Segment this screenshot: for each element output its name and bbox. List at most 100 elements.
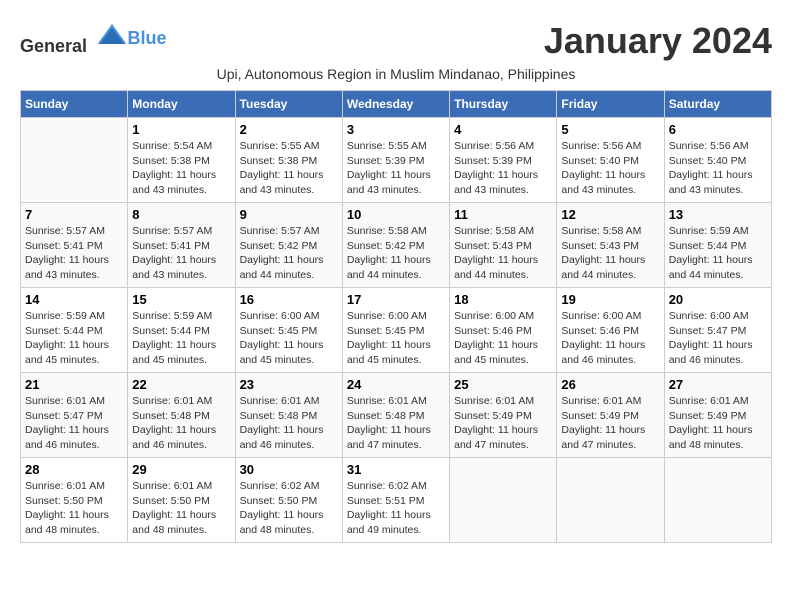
- day-info: Sunrise: 6:01 AM Sunset: 5:49 PM Dayligh…: [454, 394, 552, 453]
- day-info: Sunrise: 6:01 AM Sunset: 5:48 PM Dayligh…: [240, 394, 338, 453]
- logo-blue: Blue: [128, 28, 167, 48]
- calendar-cell: 29 Sunrise: 6:01 AM Sunset: 5:50 PM Dayli…: [128, 458, 235, 543]
- calendar-cell: 23Sunrise: 6:01 AM Sunset: 5:48 PM Dayli…: [235, 373, 342, 458]
- calendar-cell: 22 Sunrise: 6:01 AM Sunset: 5:48 PM Dayli…: [128, 373, 235, 458]
- calendar-cell: 26 Sunrise: 6:01 AM Sunset: 5:49 PM Dayli…: [557, 373, 664, 458]
- day-number: 6: [669, 122, 767, 137]
- day-number: 30: [240, 462, 338, 477]
- calendar-cell: 14Sunrise: 5:59 AM Sunset: 5:44 PM Dayli…: [21, 288, 128, 373]
- calendar-cell: 25 Sunrise: 6:01 AM Sunset: 5:49 PM Dayli…: [450, 373, 557, 458]
- day-number: 12: [561, 207, 659, 222]
- day-number: 10: [347, 207, 445, 222]
- calendar-cell: 11Sunrise: 5:58 AM Sunset: 5:43 PM Dayli…: [450, 203, 557, 288]
- day-number: 8: [132, 207, 230, 222]
- day-info: Sunrise: 6:01 AM Sunset: 5:49 PM Dayligh…: [561, 394, 659, 453]
- day-info: Sunrise: 5:56 AM Sunset: 5:40 PM Dayligh…: [561, 139, 659, 198]
- day-number: 5: [561, 122, 659, 137]
- calendar-cell: 19Sunrise: 6:00 AM Sunset: 5:46 PM Dayli…: [557, 288, 664, 373]
- day-info: Sunrise: 6:01 AM Sunset: 5:50 PM Dayligh…: [25, 479, 123, 538]
- day-info: Sunrise: 5:56 AM Sunset: 5:40 PM Dayligh…: [669, 139, 767, 198]
- day-number: 18: [454, 292, 552, 307]
- day-number: 15: [132, 292, 230, 307]
- calendar-cell: 3Sunrise: 5:55 AM Sunset: 5:39 PM Daylig…: [342, 118, 449, 203]
- day-header-wednesday: Wednesday: [342, 91, 449, 118]
- day-info: Sunrise: 6:00 AM Sunset: 5:45 PM Dayligh…: [240, 309, 338, 368]
- day-number: 13: [669, 207, 767, 222]
- day-info: Sunrise: 5:58 AM Sunset: 5:42 PM Dayligh…: [347, 224, 445, 283]
- days-header-row: SundayMondayTuesdayWednesdayThursdayFrid…: [21, 91, 772, 118]
- day-info: Sunrise: 5:59 AM Sunset: 5:44 PM Dayligh…: [132, 309, 230, 368]
- calendar-cell: 13 Sunrise: 5:59 AM Sunset: 5:44 PM Dayli…: [664, 203, 771, 288]
- day-info: Sunrise: 6:01 AM Sunset: 5:47 PM Dayligh…: [25, 394, 123, 453]
- day-info: Sunrise: 5:57 AM Sunset: 5:42 PM Dayligh…: [240, 224, 338, 283]
- calendar-cell: 28 Sunrise: 6:01 AM Sunset: 5:50 PM Dayli…: [21, 458, 128, 543]
- day-number: 7: [25, 207, 123, 222]
- day-number: 4: [454, 122, 552, 137]
- calendar-cell: 5 Sunrise: 5:56 AM Sunset: 5:40 PM Daylig…: [557, 118, 664, 203]
- calendar-cell: 20Sunrise: 6:00 AM Sunset: 5:47 PM Dayli…: [664, 288, 771, 373]
- day-header-saturday: Saturday: [664, 91, 771, 118]
- calendar-cell: 6 Sunrise: 5:56 AM Sunset: 5:40 PM Daylig…: [664, 118, 771, 203]
- day-info: Sunrise: 5:55 AM Sunset: 5:38 PM Dayligh…: [240, 139, 338, 198]
- day-number: 26: [561, 377, 659, 392]
- calendar-cell: [664, 458, 771, 543]
- calendar-cell: [21, 118, 128, 203]
- logo: General Blue: [20, 20, 167, 57]
- day-number: 29: [132, 462, 230, 477]
- calendar-cell: 16 Sunrise: 6:00 AM Sunset: 5:45 PM Dayli…: [235, 288, 342, 373]
- day-info: Sunrise: 6:01 AM Sunset: 5:48 PM Dayligh…: [347, 394, 445, 453]
- calendar-week-row: 28 Sunrise: 6:01 AM Sunset: 5:50 PM Dayli…: [21, 458, 772, 543]
- month-title: January 2024: [544, 20, 772, 62]
- day-number: 20: [669, 292, 767, 307]
- day-info: Sunrise: 6:00 AM Sunset: 5:45 PM Dayligh…: [347, 309, 445, 368]
- calendar-cell: 4 Sunrise: 5:56 AM Sunset: 5:39 PM Daylig…: [450, 118, 557, 203]
- calendar-cell: 18 Sunrise: 6:00 AM Sunset: 5:46 PM Dayli…: [450, 288, 557, 373]
- day-info: Sunrise: 6:01 AM Sunset: 5:50 PM Dayligh…: [132, 479, 230, 538]
- day-number: 22: [132, 377, 230, 392]
- day-number: 27: [669, 377, 767, 392]
- day-info: Sunrise: 5:59 AM Sunset: 5:44 PM Dayligh…: [669, 224, 767, 283]
- calendar-week-row: 1Sunrise: 5:54 AM Sunset: 5:38 PM Daylig…: [21, 118, 772, 203]
- day-info: Sunrise: 6:00 AM Sunset: 5:46 PM Dayligh…: [454, 309, 552, 368]
- day-number: 17: [347, 292, 445, 307]
- calendar-cell: 17 Sunrise: 6:00 AM Sunset: 5:45 PM Dayli…: [342, 288, 449, 373]
- day-info: Sunrise: 5:59 AM Sunset: 5:44 PM Dayligh…: [25, 309, 123, 368]
- day-info: Sunrise: 5:57 AM Sunset: 5:41 PM Dayligh…: [132, 224, 230, 283]
- day-info: Sunrise: 5:55 AM Sunset: 5:39 PM Dayligh…: [347, 139, 445, 198]
- logo-icon: [96, 20, 128, 52]
- calendar-week-row: 7 Sunrise: 5:57 AM Sunset: 5:41 PM Daylig…: [21, 203, 772, 288]
- day-header-tuesday: Tuesday: [235, 91, 342, 118]
- day-header-monday: Monday: [128, 91, 235, 118]
- calendar-cell: 27Sunrise: 6:01 AM Sunset: 5:49 PM Dayli…: [664, 373, 771, 458]
- day-number: 24: [347, 377, 445, 392]
- calendar-cell: 30 Sunrise: 6:02 AM Sunset: 5:50 PM Dayli…: [235, 458, 342, 543]
- day-number: 19: [561, 292, 659, 307]
- day-header-sunday: Sunday: [21, 91, 128, 118]
- calendar-cell: 7 Sunrise: 5:57 AM Sunset: 5:41 PM Daylig…: [21, 203, 128, 288]
- day-number: 25: [454, 377, 552, 392]
- calendar-table: SundayMondayTuesdayWednesdayThursdayFrid…: [20, 90, 772, 543]
- calendar-cell: 10 Sunrise: 5:58 AM Sunset: 5:42 PM Dayli…: [342, 203, 449, 288]
- day-info: Sunrise: 6:02 AM Sunset: 5:50 PM Dayligh…: [240, 479, 338, 538]
- day-info: Sunrise: 5:54 AM Sunset: 5:38 PM Dayligh…: [132, 139, 230, 198]
- day-info: Sunrise: 5:56 AM Sunset: 5:39 PM Dayligh…: [454, 139, 552, 198]
- day-number: 28: [25, 462, 123, 477]
- day-info: Sunrise: 6:02 AM Sunset: 5:51 PM Dayligh…: [347, 479, 445, 538]
- day-info: Sunrise: 6:01 AM Sunset: 5:48 PM Dayligh…: [132, 394, 230, 453]
- calendar-cell: 15 Sunrise: 5:59 AM Sunset: 5:44 PM Dayli…: [128, 288, 235, 373]
- day-number: 31: [347, 462, 445, 477]
- header: General Blue January 2024: [20, 20, 772, 62]
- day-number: 2: [240, 122, 338, 137]
- calendar-cell: [450, 458, 557, 543]
- calendar-week-row: 21 Sunrise: 6:01 AM Sunset: 5:47 PM Dayli…: [21, 373, 772, 458]
- day-info: Sunrise: 5:58 AM Sunset: 5:43 PM Dayligh…: [561, 224, 659, 283]
- calendar-cell: 8 Sunrise: 5:57 AM Sunset: 5:41 PM Daylig…: [128, 203, 235, 288]
- calendar-cell: 2 Sunrise: 5:55 AM Sunset: 5:38 PM Daylig…: [235, 118, 342, 203]
- calendar-cell: 9Sunrise: 5:57 AM Sunset: 5:42 PM Daylig…: [235, 203, 342, 288]
- logo-general: General: [20, 36, 87, 56]
- day-number: 21: [25, 377, 123, 392]
- day-number: 16: [240, 292, 338, 307]
- calendar-cell: 31 Sunrise: 6:02 AM Sunset: 5:51 PM Dayli…: [342, 458, 449, 543]
- day-info: Sunrise: 5:58 AM Sunset: 5:43 PM Dayligh…: [454, 224, 552, 283]
- day-info: Sunrise: 5:57 AM Sunset: 5:41 PM Dayligh…: [25, 224, 123, 283]
